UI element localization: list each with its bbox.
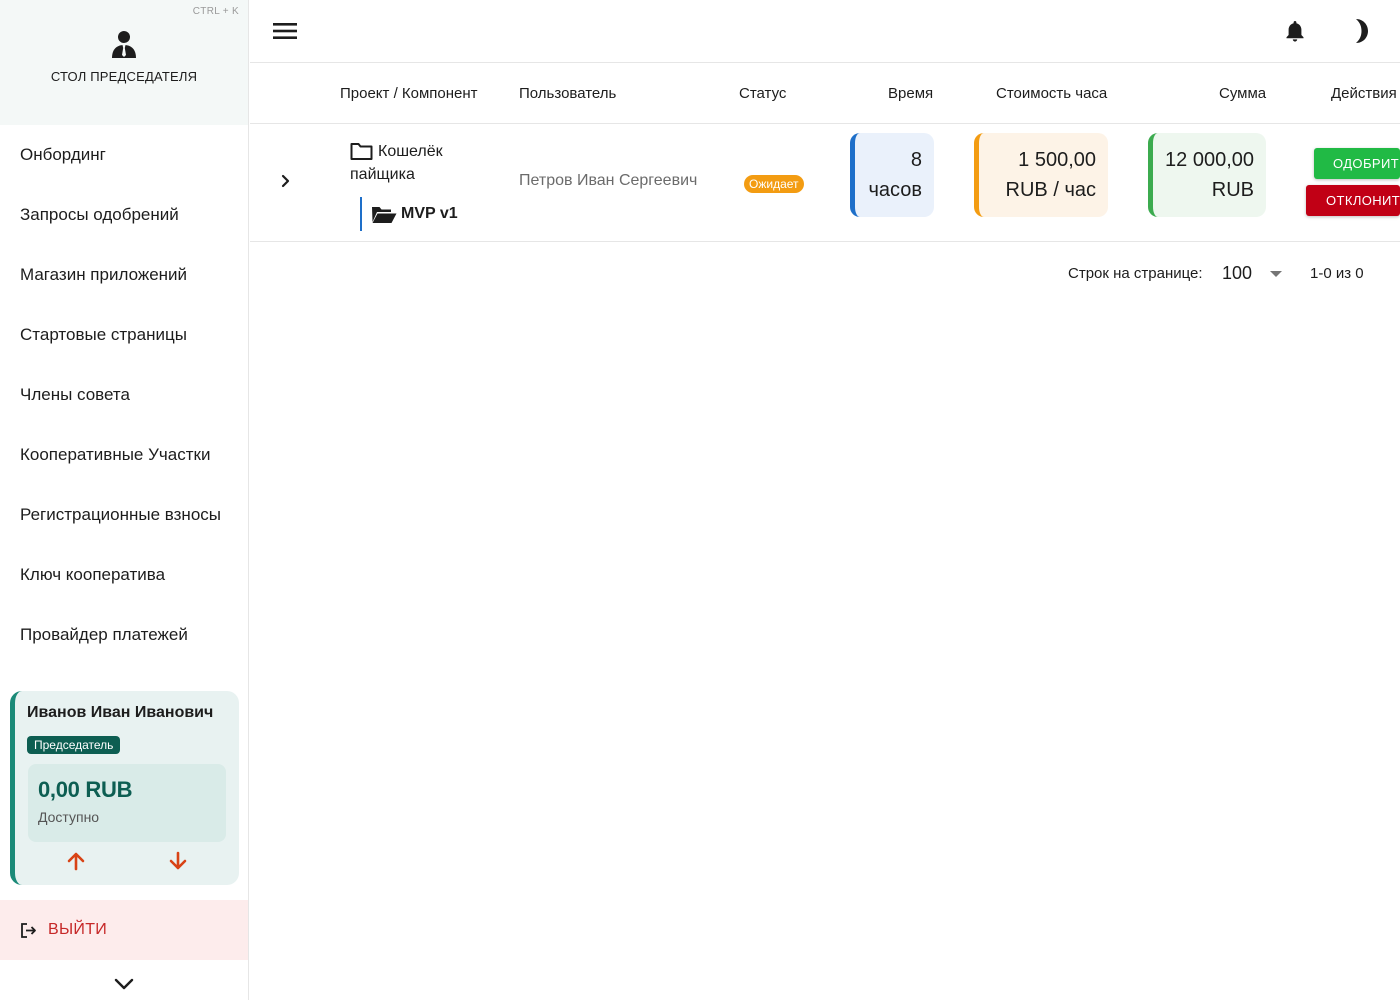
sidebar-nav: Онбординг Запросы одобрений Магазин прил… [0, 125, 248, 665]
folder-icon [350, 143, 373, 160]
table-header: Проект / Компонент Пользователь Статус В… [250, 64, 1400, 124]
project-cell: Кошелёк пайщика [350, 140, 480, 186]
table-row: Кошелёк пайщика MVP v1 Петров Иван Серге… [250, 124, 1400, 242]
sidebar-item-onboarding[interactable]: Онбординг [0, 125, 248, 185]
reject-button[interactable]: ОТКЛОНИТЬ [1306, 185, 1400, 216]
column-header-project[interactable]: Проект / Компонент [340, 85, 478, 102]
rows-per-page-select[interactable]: 100 [1222, 263, 1288, 285]
column-header-time[interactable]: Время [888, 85, 933, 102]
sidebar-item-approval-requests[interactable]: Запросы одобрений [0, 185, 248, 245]
caret-down-icon [1270, 271, 1282, 277]
top-bar [250, 0, 1400, 63]
sum-unit: RUB [1211, 179, 1254, 201]
logout-button[interactable]: ВЫЙТИ [0, 900, 248, 960]
rows-per-page-label: Строк на странице: [1068, 265, 1203, 282]
time-value: 8 [910, 149, 922, 171]
approve-button[interactable]: ОДОБРИТЬ [1314, 148, 1400, 179]
desk-header[interactable]: CTRL + K СТОЛ ПРЕДСЕДАТЕЛЯ [0, 0, 248, 125]
balance-box: 0,00 RUB Доступно [28, 764, 226, 842]
arrow-up-icon [67, 852, 85, 871]
component-name: MVP v1 [401, 205, 458, 222]
sidebar: CTRL + K СТОЛ ПРЕДСЕДАТЕЛЯ Онбординг Зап… [0, 0, 249, 1000]
sidebar-item-coop-plots[interactable]: Кооперативные Участки [0, 425, 248, 485]
sum-card: 12 000,00 RUB [1148, 133, 1266, 217]
balance-label: Доступно [38, 809, 100, 825]
pagination-range: 1-0 из 0 [1310, 265, 1364, 282]
chevron-right-icon[interactable] [275, 171, 295, 191]
chevron-down-icon[interactable] [112, 974, 136, 994]
time-unit: часов [868, 179, 922, 201]
shortcut-hint: CTRL + K [192, 6, 239, 17]
role-badge: Председатель [27, 736, 121, 754]
sidebar-item-board-members[interactable]: Члены совета [0, 365, 248, 425]
balance-amount: 0,00 RUB [38, 777, 133, 802]
folder-open-icon [372, 207, 397, 223]
column-header-sum[interactable]: Сумма [1219, 85, 1266, 102]
component-item[interactable]: MVP v1 [360, 197, 458, 231]
user-card: Иванов Иван Иванович Председатель 0,00 R… [10, 691, 239, 885]
rate-unit: RUB / час [1005, 179, 1096, 201]
rows-per-page-value: 100 [1222, 263, 1253, 283]
menu-icon[interactable] [272, 19, 298, 43]
withdraw-button[interactable] [166, 849, 190, 873]
rate-value: 1 500,00 [1018, 149, 1096, 171]
logout-label: ВЫЙТИ [48, 921, 108, 938]
sidebar-item-app-store[interactable]: Магазин приложений [0, 245, 248, 305]
rate-card: 1 500,00 RUB / час [974, 133, 1108, 217]
column-header-actions: Действия [1331, 85, 1397, 102]
moon-icon[interactable] [1347, 17, 1373, 45]
sidebar-item-start-pages[interactable]: Стартовые страницы [0, 305, 248, 365]
sidebar-item-registration-fees[interactable]: Регистрационные взносы [0, 485, 248, 545]
user-tie-icon [112, 31, 136, 58]
column-header-rate[interactable]: Стоимость часа [996, 85, 1107, 102]
user-cell: Петров Иван Сергеевич [519, 172, 698, 189]
sidebar-item-coop-key[interactable]: Ключ кооператива [0, 545, 248, 605]
sum-value: 12 000,00 [1165, 149, 1254, 171]
time-card: 8 часов [850, 133, 934, 217]
user-name: Иванов Иван Иванович [27, 704, 214, 721]
deposit-button[interactable] [64, 849, 88, 873]
logout-icon [21, 922, 36, 938]
bell-icon[interactable] [1283, 19, 1307, 43]
column-header-user[interactable]: Пользователь [519, 85, 616, 102]
status-badge: Ожидает [744, 175, 804, 193]
sidebar-item-payment-provider[interactable]: Провайдер платежей [0, 605, 248, 665]
column-header-status[interactable]: Статус [739, 85, 786, 102]
desk-title: СТОЛ ПРЕДСЕДАТЕЛЯ [50, 69, 198, 84]
table-pagination: Строк на странице: 100 1-0 из 0 [250, 242, 1400, 306]
arrow-down-icon [169, 851, 187, 870]
